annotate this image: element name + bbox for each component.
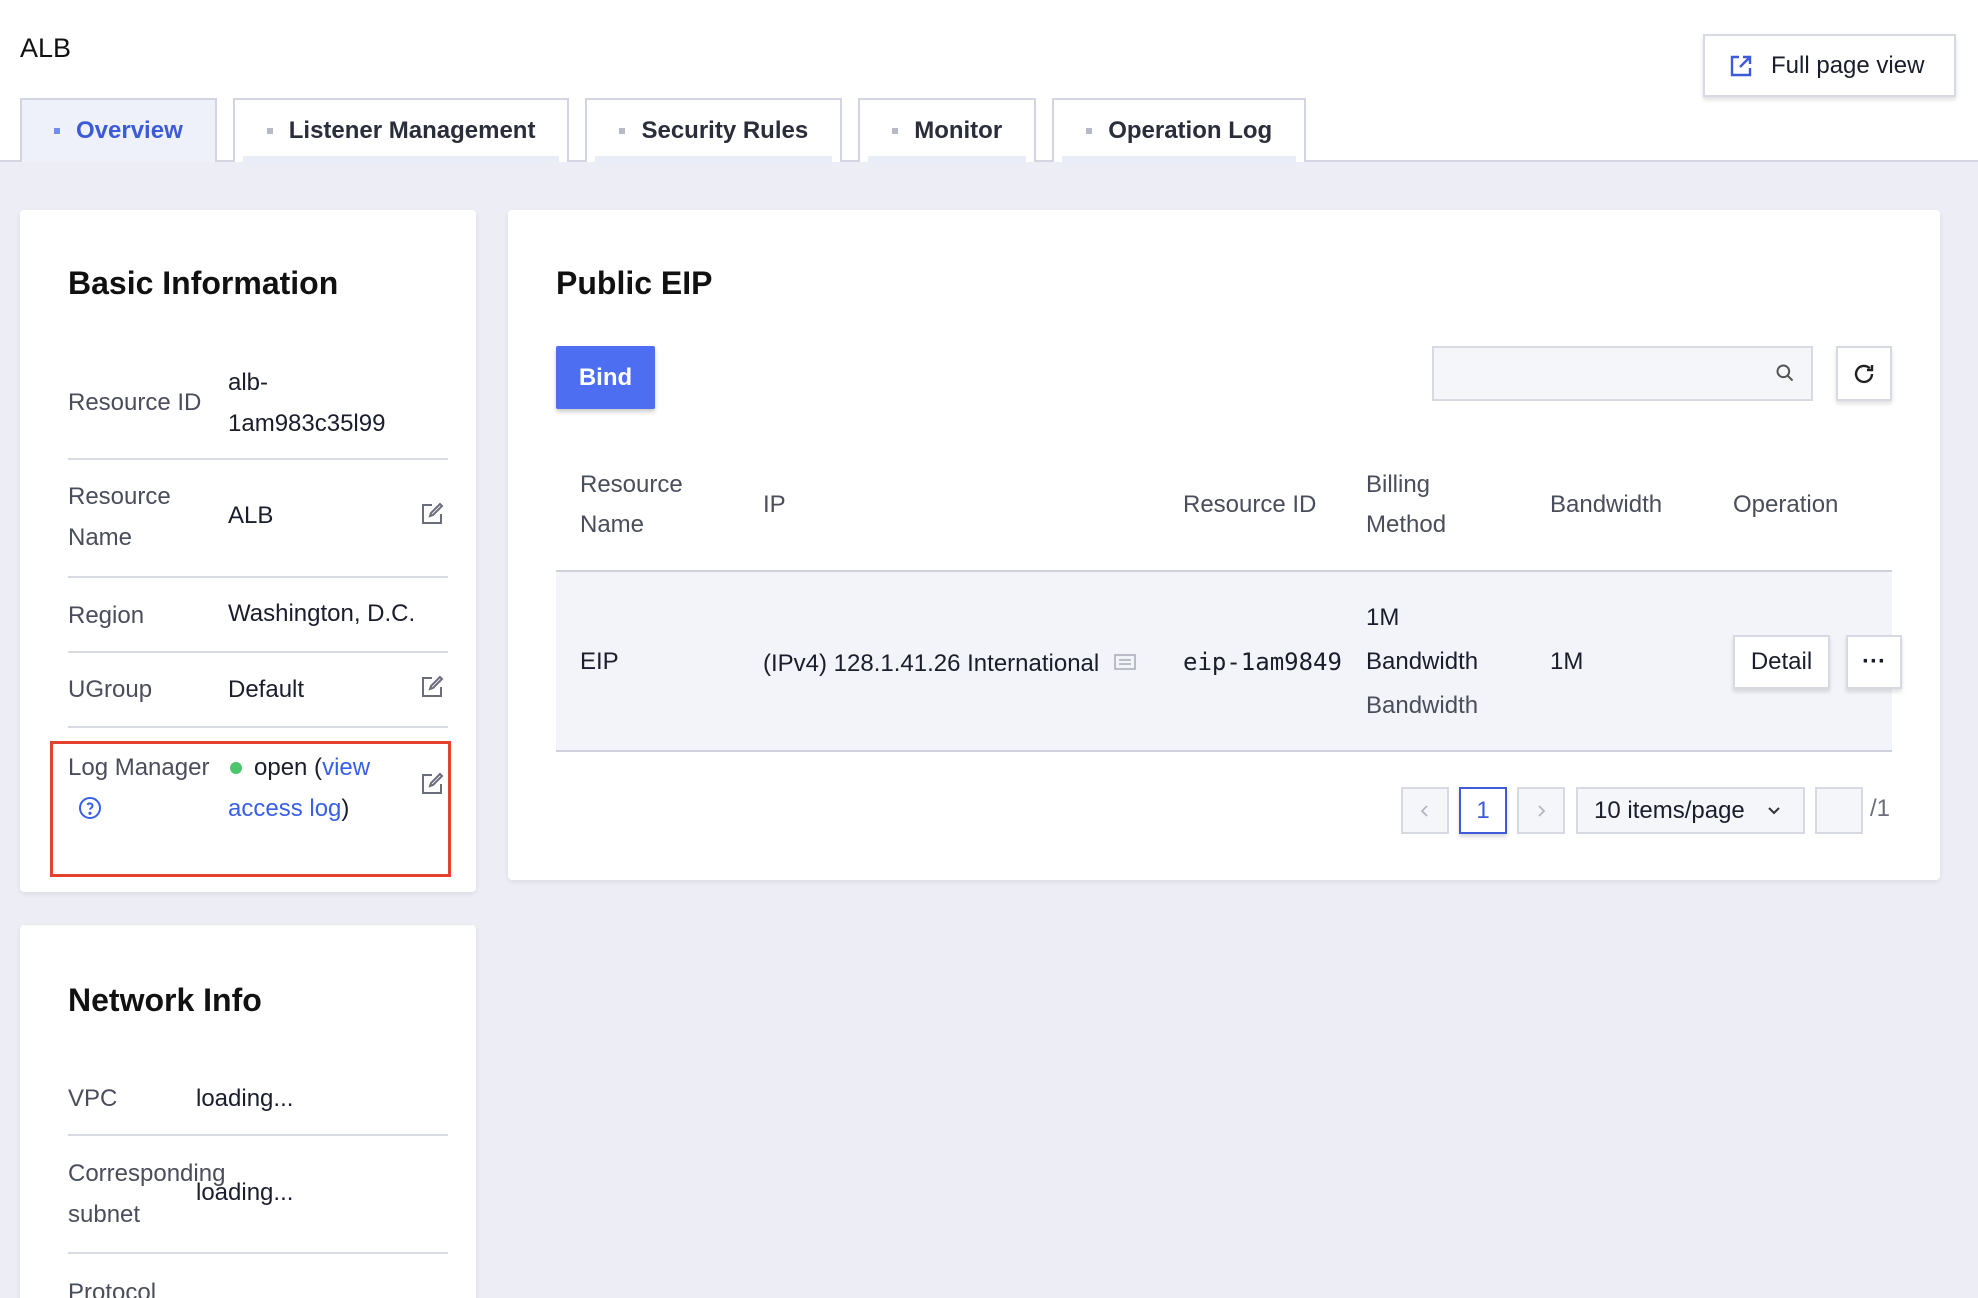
tab-dot-icon [892,128,899,134]
info-row-vpc: VPC loading... [68,1078,448,1136]
column-header-billing-method: Billing Method [1366,465,1446,545]
tab-label: Listener Management [288,117,536,144]
ugroup-label: UGroup [68,676,153,703]
eip-search-box [1432,346,1813,401]
info-row-ugroup: UGroup Default [68,653,448,728]
tab-operation-log[interactable]: Operation Log [1052,98,1307,162]
column-header-bandwidth: Bandwidth [1550,491,1663,518]
external-link-icon [1730,55,1752,76]
cell-resource-id: eip-1am9849 [1183,648,1342,676]
edit-ugroup-icon[interactable] [420,675,444,699]
billing-line: Bandwidth [1366,692,1479,719]
tab-listener-management[interactable]: Listener Management [232,98,570,162]
header-line: Billing [1366,471,1431,498]
vpc-value: loading... [196,1085,294,1112]
public-eip-title: Public EIP [556,265,713,301]
refresh-icon [1854,364,1874,383]
column-header-resource-name: Resource Name [580,465,683,545]
highlight-box [50,741,451,877]
billing-line: Bandwidth [1366,648,1479,675]
resource-id-value-line1: alb- [228,369,269,396]
resource-id-label: Resource ID [68,389,202,416]
region-value: Washington, D.C. [228,600,416,627]
more-actions-button[interactable]: ··· [1846,635,1902,689]
app-title: ALB [20,33,72,63]
refresh-button[interactable] [1836,346,1892,401]
info-row-resource-name: Resource Name ALB [68,460,448,578]
resource-id-value-line2: 1am983c35l99 [228,410,386,437]
page-total: /1 [1870,795,1891,822]
resource-id-value: alb- 1am983c35l99 [228,362,385,444]
next-page-button[interactable] [1517,787,1565,834]
info-row-protocol: Protocol [68,1254,448,1298]
column-header-ip: IP [763,491,786,518]
vpc-label: VPC [68,1085,118,1112]
billing-line: 1M [1366,604,1400,631]
info-row-region: Region Washington, D.C. [68,578,448,653]
bind-button[interactable]: Bind [556,346,655,409]
header-line: Name [580,511,645,538]
tab-label: Monitor [914,117,1003,144]
cell-billing-method: 1M Bandwidth Bandwidth [1366,596,1478,728]
full-page-view-label: Full page view [1771,51,1925,79]
column-header-operation: Operation [1733,491,1839,518]
info-row-resource-id: Resource ID alb- 1am983c35l99 [68,360,448,460]
basic-info-title: Basic Information [68,265,339,301]
page-number-button[interactable]: 1 [1459,787,1507,834]
top-bar: ALB Full page view Overview Listener Man… [0,0,1978,162]
tab-dot-icon [54,128,60,134]
page-size-select[interactable]: 10 items/page [1576,787,1805,834]
search-icon[interactable] [1775,363,1795,383]
tab-dot-icon [1086,128,1093,134]
page-jump-input[interactable] [1815,787,1863,834]
resource-name-value: ALB [228,502,274,529]
tab-overview[interactable]: Overview [20,98,217,162]
edit-resource-name-icon[interactable] [420,502,444,526]
cell-bandwidth: 1M [1550,648,1584,675]
resource-name-label-line2: Name [68,524,133,551]
cell-ip: (IPv4) 128.1.41.26 International [763,642,1138,686]
search-input[interactable] [1434,348,1764,399]
ugroup-value: Default [228,676,305,703]
chevron-right-icon [1538,804,1546,817]
column-header-resource-id: Resource ID [1183,491,1317,518]
network-info-title: Network Info [68,982,262,1018]
public-eip-card: Public EIP [508,210,1940,880]
prev-page-button[interactable] [1401,787,1449,834]
copy-icon[interactable] [1112,653,1138,673]
resource-name-label-line1: Resource [68,483,171,510]
tab-label: Security Rules [641,117,809,144]
cell-ip-text: (IPv4) 128.1.41.26 International [763,650,1100,677]
header-line: Method [1366,511,1447,538]
tab-monitor[interactable]: Monitor [858,98,1037,162]
tab-label: Operation Log [1108,117,1273,144]
header-line: Resource [580,471,683,498]
tab-label: Overview [76,117,183,144]
subnet-value: loading... [196,1179,294,1206]
protocol-label: Protocol [68,1279,157,1298]
page-size-label: 10 items/page [1594,796,1745,824]
region-label: Region [68,602,145,629]
chevron-down-icon [1768,807,1780,815]
detail-button[interactable]: Detail [1733,635,1830,689]
tab-security-rules[interactable]: Security Rules [585,98,843,162]
resource-name-label: Resource Name [68,476,171,558]
chevron-left-icon [1420,804,1428,817]
info-row-subnet: Corresponding subnet loading... [68,1136,448,1254]
tab-bar: Overview Listener Management Security Ru… [20,98,1322,162]
tab-dot-icon [619,128,626,134]
full-page-view-button[interactable]: Full page view [1703,34,1956,97]
tab-dot-icon [266,128,273,134]
cell-resource-name: EIP [580,648,619,675]
